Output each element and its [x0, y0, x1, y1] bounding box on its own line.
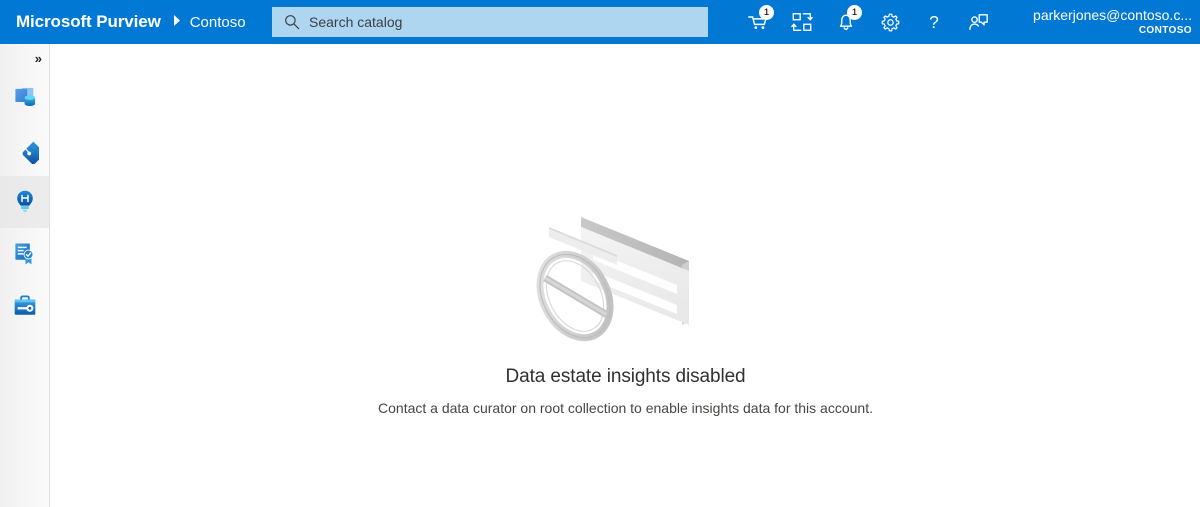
search-input[interactable] — [309, 8, 689, 36]
expand-nav-button[interactable]: » — [0, 44, 49, 72]
question-icon[interactable]: ? — [912, 0, 956, 44]
main-content-area: Data estate insights disabled Contact a … — [51, 44, 1200, 507]
top-header: Microsoft Purview Contoso 1 — [0, 0, 1200, 44]
chevron-double-right-icon: » — [34, 50, 42, 66]
cart-icon[interactable]: 1 — [736, 0, 780, 44]
data-catalog-icon — [11, 84, 39, 112]
empty-state-description: Contact a data curator on root collectio… — [378, 400, 873, 416]
certificate-icon — [11, 240, 39, 268]
data-map-diamond-icon — [11, 136, 39, 164]
account-org: CONTOSO — [1138, 25, 1192, 36]
sidebar-item-data-estate-insights[interactable] — [0, 176, 49, 228]
chevron-right-icon — [173, 15, 181, 29]
empty-state: Data estate insights disabled Contact a … — [51, 44, 1200, 416]
disabled-insights-illustration — [531, 195, 721, 360]
sidebar-item-data-catalog[interactable] — [0, 72, 49, 124]
app-brand-title[interactable]: Microsoft Purview — [16, 12, 161, 32]
bell-icon[interactable]: 1 — [824, 0, 868, 44]
search-box[interactable] — [272, 7, 708, 37]
notification-badge: 1 — [847, 5, 862, 20]
account-email: parkerjones@contoso.c... — [1033, 7, 1192, 23]
feedback-icon[interactable] — [956, 0, 1000, 44]
data-map-icon[interactable] — [780, 0, 824, 44]
toolbox-icon — [11, 292, 39, 320]
account-menu[interactable]: parkerjones@contoso.c... CONTOSO — [1033, 0, 1192, 44]
tenant-name[interactable]: Contoso — [190, 14, 246, 31]
left-nav-rail: » — [0, 44, 50, 507]
search-icon — [284, 14, 300, 30]
lightbulb-icon — [11, 188, 39, 216]
cart-badge: 1 — [759, 5, 774, 20]
sidebar-item-data-map[interactable] — [0, 124, 49, 176]
gear-icon[interactable] — [868, 0, 912, 44]
empty-state-title: Data estate insights disabled — [505, 366, 746, 387]
sidebar-item-data-policy[interactable] — [0, 228, 49, 280]
sidebar-item-management[interactable] — [0, 280, 49, 332]
header-action-icons: 1 1 ? — [736, 0, 1000, 44]
svg-text:?: ? — [929, 12, 939, 32]
